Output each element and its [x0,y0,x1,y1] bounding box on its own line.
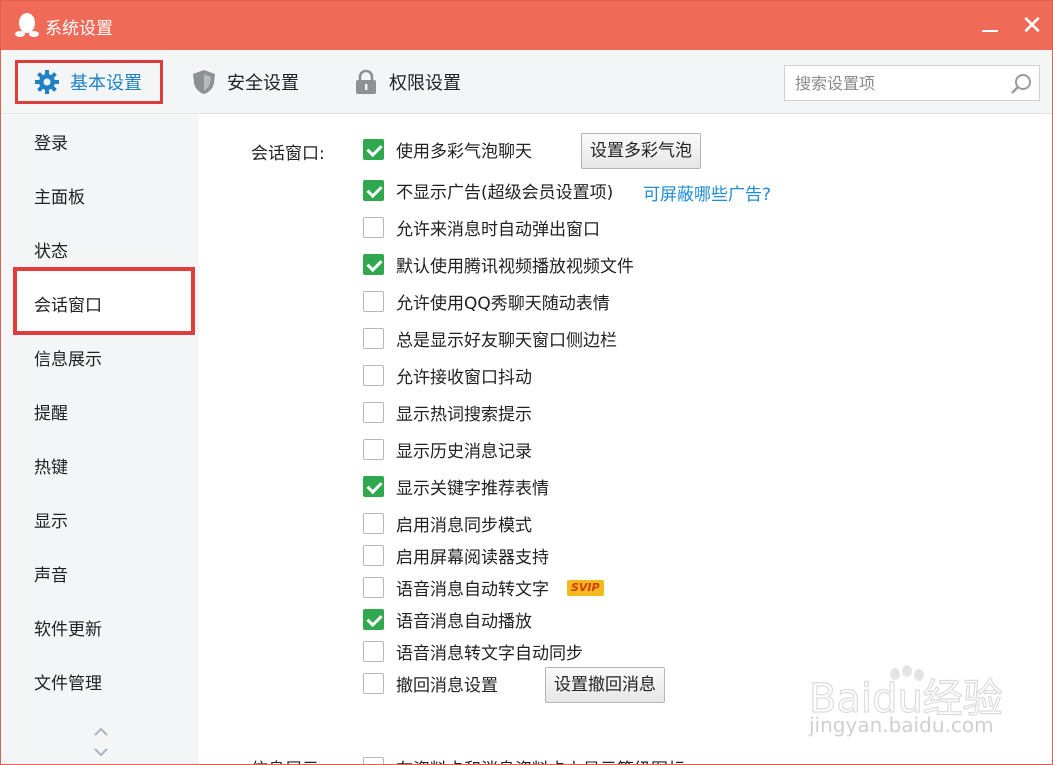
option-recall-message[interactable]: 撤回消息设置 [363,671,498,696]
tab-basic-settings[interactable]: 基本设置 [15,60,163,104]
option-label: 在资料卡和消息资料卡上显示等级图标 [396,755,685,765]
option-label: 语音消息转文字自动同步 [396,643,583,664]
checkbox[interactable] [363,253,384,275]
option-colorful-bubbles[interactable]: 使用多彩气泡聊天 [363,137,532,162]
tab-permission-settings[interactable]: 权限设置 [353,60,461,104]
option-label: 允许使用QQ秀聊天随动表情 [396,293,610,314]
option-window-shake[interactable]: 允许接收窗口抖动 [363,363,532,388]
option-auto-popup-window[interactable]: 允许来消息时自动弹出窗口 [363,215,600,240]
option-label: 允许接收窗口抖动 [396,367,532,388]
option-label: 允许来消息时自动弹出窗口 [396,219,600,240]
qq-penguin-icon [15,13,39,37]
option-qq-show-emotes[interactable]: 允许使用QQ秀聊天随动表情 [363,289,610,314]
checkbox[interactable] [363,138,384,160]
sidebar-item-file-management[interactable]: 文件管理 [34,672,102,696]
option-voice-text-sync[interactable]: 语音消息转文字自动同步 [363,639,583,664]
checkbox[interactable] [363,544,384,566]
sidebar-item-display[interactable]: 显示 [34,510,68,534]
option-screen-reader[interactable]: 启用屏幕阅读器支持 [363,543,549,568]
tab-security-settings[interactable]: 安全设置 [191,60,299,104]
top-tab-bar: 基本设置 安全设置 权限设置 [1,50,1052,114]
checkbox[interactable] [363,438,384,460]
option-show-sidebar[interactable]: 总是显示好友聊天窗口侧边栏 [363,326,617,351]
checkbox[interactable] [363,512,384,534]
minimize-button[interactable] [973,13,1007,39]
option-label: 使用多彩气泡聊天 [396,141,532,162]
sidebar-item-software-update[interactable]: 软件更新 [34,618,102,642]
lock-icon [356,69,376,94]
section-label-chat-window: 会话窗口: [251,144,325,164]
option-label: 显示历史消息记录 [396,441,532,462]
search-box [784,65,1040,101]
sidebar-item-chat-window[interactable]: 会话窗口 [34,294,102,318]
option-label: 显示热词搜索提示 [396,404,532,425]
tab-label: 安全设置 [227,73,299,94]
scroll-arrows-icon[interactable] [91,725,111,761]
set-colorful-bubble-button[interactable]: 设置多彩气泡 [581,133,701,169]
sidebar: 登录 主面板 状态 会话窗口 信息展示 提醒 热键 显示 声音 软件更新 文件管… [1,115,199,764]
option-keyword-emotes[interactable]: 显示关键字推荐表情 [363,474,549,499]
settings-window: 系统设置 ✕ 基本设置 安全设置 权限设置 搜索设置项 登录 主面板 状态 会话… [0,0,1053,765]
checkbox[interactable] [363,401,384,423]
option-label: 显示关键字推荐表情 [396,478,549,499]
option-label: 总是显示好友聊天窗口侧边栏 [396,330,617,351]
checkbox[interactable] [363,608,384,630]
close-button[interactable]: ✕ [1015,11,1049,41]
option-hot-search-tips[interactable]: 显示热词搜索提示 [363,400,532,425]
shield-icon [193,70,215,94]
watermark-url: jingyan.baidu.com [809,713,994,737]
svip-badge: SVIP [567,580,604,596]
sidebar-item-info-display[interactable]: 信息展示 [34,348,102,372]
checkbox[interactable] [363,216,384,238]
option-show-level-icons[interactable]: 在资料卡和消息资料卡上显示等级图标 [363,755,685,765]
checkbox[interactable] [363,672,384,694]
checkbox[interactable] [363,179,384,201]
gear-icon [35,70,59,94]
option-tencent-video-player[interactable]: 默认使用腾讯视频播放视频文件 [363,252,634,277]
blockable-ads-link[interactable]: 可屏蔽哪些广告? [643,180,771,205]
tab-label: 权限设置 [389,73,461,94]
option-voice-to-text[interactable]: 语音消息自动转文字 [363,575,549,600]
set-recall-message-button[interactable]: 设置撤回消息 [545,667,665,703]
checkbox[interactable] [363,756,384,764]
sidebar-item-login[interactable]: 登录 [34,132,68,156]
option-label: 启用屏幕阅读器支持 [396,547,549,568]
search-input[interactable] [795,72,995,94]
option-message-sync[interactable]: 启用消息同步模式 [363,511,532,536]
option-label: 启用消息同步模式 [396,515,532,536]
option-hide-ads[interactable]: 不显示广告(超级会员设置项) [363,178,614,203]
option-label: 默认使用腾讯视频播放视频文件 [396,256,634,277]
title-bar: 系统设置 ✕ [1,1,1052,50]
sidebar-item-sound[interactable]: 声音 [34,564,68,588]
tab-label: 基本设置 [70,73,142,94]
option-label: 语音消息自动播放 [396,611,532,632]
window-title: 系统设置 [45,19,113,39]
search-icon[interactable] [1009,72,1033,96]
sidebar-item-reminder[interactable]: 提醒 [34,402,68,426]
option-label: 语音消息自动转文字 [396,579,549,600]
option-label: 不显示广告(超级会员设置项) [396,182,614,203]
checkbox[interactable] [363,327,384,349]
checkbox[interactable] [363,364,384,386]
section-label-info-display: 信息展示 [251,755,319,764]
sidebar-item-hotkeys[interactable]: 热键 [34,456,68,480]
option-message-history[interactable]: 显示历史消息记录 [363,437,532,462]
sidebar-item-main-panel[interactable]: 主面板 [34,186,85,210]
sidebar-item-status[interactable]: 状态 [34,240,68,264]
checkbox[interactable] [363,290,384,312]
checkbox[interactable] [363,576,384,598]
checkbox[interactable] [363,640,384,662]
option-voice-autoplay[interactable]: 语音消息自动播放 [363,607,532,632]
checkbox[interactable] [363,475,384,497]
option-label: 撤回消息设置 [396,675,498,696]
